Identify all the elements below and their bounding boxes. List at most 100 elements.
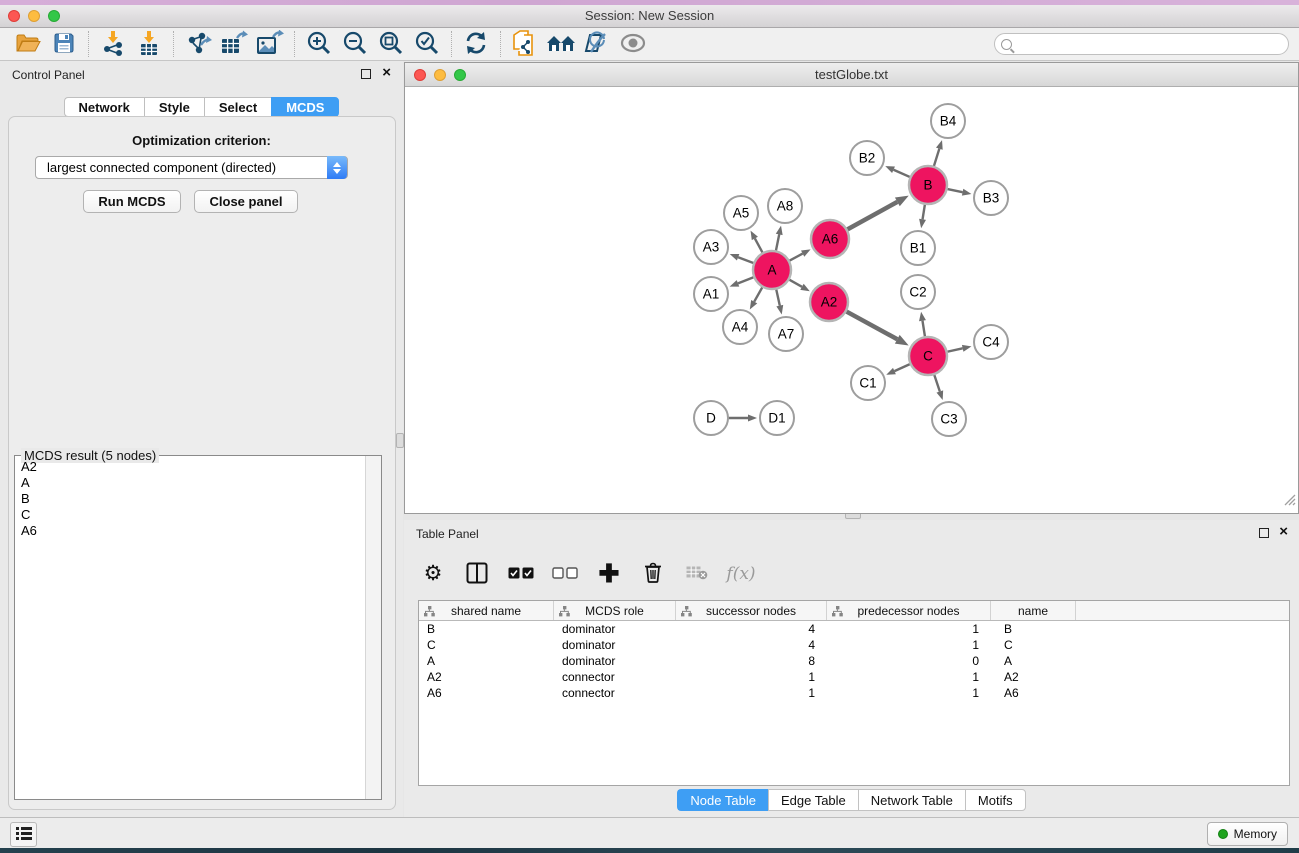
search-box[interactable] bbox=[994, 33, 1289, 55]
memory-button[interactable]: Memory bbox=[1207, 822, 1288, 846]
open-session-button[interactable] bbox=[10, 29, 46, 59]
import-network-icon bbox=[100, 30, 126, 59]
graph-node-B3[interactable]: B3 bbox=[974, 181, 1008, 215]
import-network-button[interactable] bbox=[95, 29, 131, 59]
mcds-result-item[interactable]: A2 bbox=[16, 459, 364, 475]
edge-A6-B[interactable] bbox=[843, 202, 897, 232]
float-panel-icon[interactable] bbox=[361, 69, 371, 79]
node-table[interactable]: shared nameMCDS rolesuccessor nodesprede… bbox=[418, 600, 1290, 786]
column-header-predecessor-nodes[interactable]: predecessor nodes bbox=[827, 601, 991, 620]
add-column-button[interactable]: ✚ bbox=[594, 558, 624, 590]
result-scrollbar[interactable] bbox=[365, 456, 381, 799]
split-view-button[interactable] bbox=[462, 558, 492, 590]
graph-node-C1[interactable]: C1 bbox=[851, 366, 885, 400]
show-hidden-button[interactable] bbox=[615, 29, 651, 59]
tab-select[interactable]: Select bbox=[204, 97, 271, 117]
zoom-out-button[interactable] bbox=[337, 29, 373, 59]
clone-network-button[interactable] bbox=[507, 29, 543, 59]
function-builder-button[interactable]: f(x) bbox=[726, 558, 756, 590]
graph-node-C[interactable]: C bbox=[909, 337, 947, 375]
column-header-successor-nodes[interactable]: successor nodes bbox=[676, 601, 827, 620]
split-view-icon bbox=[466, 562, 488, 587]
float-table-panel-icon[interactable] bbox=[1259, 528, 1269, 538]
graph-node-C2[interactable]: C2 bbox=[901, 275, 935, 309]
refresh-layout-button[interactable] bbox=[458, 29, 494, 59]
toolbar-separator bbox=[294, 31, 295, 57]
graph-node-B4[interactable]: B4 bbox=[931, 104, 965, 138]
graph-node-A7[interactable]: A7 bbox=[769, 317, 803, 351]
import-table-button[interactable] bbox=[131, 29, 167, 59]
svg-text:A8: A8 bbox=[777, 199, 794, 214]
close-panel-icon[interactable]: × bbox=[382, 64, 391, 82]
control-panel-title: Control Panel bbox=[12, 68, 85, 82]
graph-node-B2[interactable]: B2 bbox=[850, 141, 884, 175]
export-image-button[interactable] bbox=[252, 29, 288, 59]
table-settings-button[interactable]: ⚙ bbox=[418, 558, 448, 590]
table-row[interactable]: Bdominator41B bbox=[419, 621, 1289, 637]
mcds-result-item[interactable]: B bbox=[16, 491, 364, 507]
status-bar: Memory bbox=[0, 817, 1299, 848]
svg-text:A2: A2 bbox=[821, 295, 838, 310]
table-panel-title: Table Panel bbox=[416, 527, 479, 541]
tab-network[interactable]: Network bbox=[64, 97, 144, 117]
mcds-result-item[interactable]: A6 bbox=[16, 523, 364, 539]
panel-splitter-handle[interactable] bbox=[396, 433, 404, 448]
table-row[interactable]: A6connector11A6 bbox=[419, 685, 1289, 701]
svg-text:B2: B2 bbox=[859, 151, 876, 166]
graph-node-B1[interactable]: B1 bbox=[901, 231, 935, 265]
table-row[interactable]: Adominator80A bbox=[419, 653, 1289, 669]
hide-labels-icon bbox=[584, 31, 610, 58]
select-all-button[interactable] bbox=[506, 558, 536, 590]
table-row[interactable]: A2connector11A2 bbox=[419, 669, 1289, 685]
export-table-button[interactable] bbox=[216, 29, 252, 59]
optimization-criterion-dropdown[interactable]: largest connected component (directed) bbox=[35, 156, 348, 179]
delete-column-button[interactable] bbox=[638, 558, 668, 590]
run-mcds-button[interactable]: Run MCDS bbox=[83, 190, 181, 213]
graph-node-A2[interactable]: A2 bbox=[810, 283, 848, 321]
save-session-button[interactable] bbox=[46, 29, 82, 59]
graph-node-D1[interactable]: D1 bbox=[760, 401, 794, 435]
graph-node-B[interactable]: B bbox=[909, 166, 947, 204]
edge-arrowhead-icon bbox=[801, 249, 811, 256]
export-network-button[interactable] bbox=[180, 29, 216, 59]
graph-node-C3[interactable]: C3 bbox=[932, 402, 966, 436]
graph-node-A6[interactable]: A6 bbox=[811, 220, 849, 258]
edge-A2-C[interactable] bbox=[842, 309, 897, 339]
column-header-MCDS-role[interactable]: MCDS role bbox=[554, 601, 676, 620]
close-panel-button[interactable]: Close panel bbox=[194, 190, 298, 213]
delete-table-button[interactable] bbox=[682, 558, 712, 590]
tab-edge-table[interactable]: Edge Table bbox=[768, 789, 858, 811]
graph-node-A5[interactable]: A5 bbox=[724, 196, 758, 230]
resize-grip-icon[interactable] bbox=[1283, 493, 1296, 511]
tab-style[interactable]: Style bbox=[144, 97, 204, 117]
zoom-fit-icon bbox=[378, 30, 404, 59]
hide-labels-button[interactable] bbox=[579, 29, 615, 59]
graph-node-A4[interactable]: A4 bbox=[723, 310, 757, 344]
column-header-shared-name[interactable]: shared name bbox=[419, 601, 554, 620]
tab-motifs[interactable]: Motifs bbox=[965, 789, 1026, 811]
home-button[interactable] bbox=[543, 29, 579, 59]
tab-mcds[interactable]: MCDS bbox=[271, 97, 339, 117]
column-header-name[interactable]: name bbox=[991, 601, 1076, 620]
task-history-button[interactable] bbox=[10, 822, 37, 847]
table-row[interactable]: Cdominator41C bbox=[419, 637, 1289, 653]
zoom-selected-button[interactable] bbox=[409, 29, 445, 59]
svg-text:C1: C1 bbox=[859, 376, 876, 391]
graph-node-A[interactable]: A bbox=[753, 251, 791, 289]
graph-node-A3[interactable]: A3 bbox=[694, 230, 728, 264]
search-input[interactable] bbox=[1016, 37, 1288, 51]
mcds-result-item[interactable]: A bbox=[16, 475, 364, 491]
deselect-all-button[interactable] bbox=[550, 558, 580, 590]
graph-node-C4[interactable]: C4 bbox=[974, 325, 1008, 359]
tab-node-table[interactable]: Node Table bbox=[677, 789, 768, 811]
mcds-result-item[interactable]: C bbox=[16, 507, 364, 523]
graph-node-A1[interactable]: A1 bbox=[694, 277, 728, 311]
zoom-in-button[interactable] bbox=[301, 29, 337, 59]
zoom-fit-button[interactable] bbox=[373, 29, 409, 59]
tab-network-table[interactable]: Network Table bbox=[858, 789, 965, 811]
cell-successor-nodes: 1 bbox=[676, 685, 827, 701]
graph-node-A8[interactable]: A8 bbox=[768, 189, 802, 223]
close-table-panel-icon[interactable]: × bbox=[1279, 523, 1288, 541]
graph-node-D[interactable]: D bbox=[694, 401, 728, 435]
network-canvas[interactable]: A A1 A2 A3 A4 A5 A6 A7 A8 B B1 B2 B3 B4 C C1 C2 C3 C4 D D1 bbox=[405, 88, 1298, 513]
